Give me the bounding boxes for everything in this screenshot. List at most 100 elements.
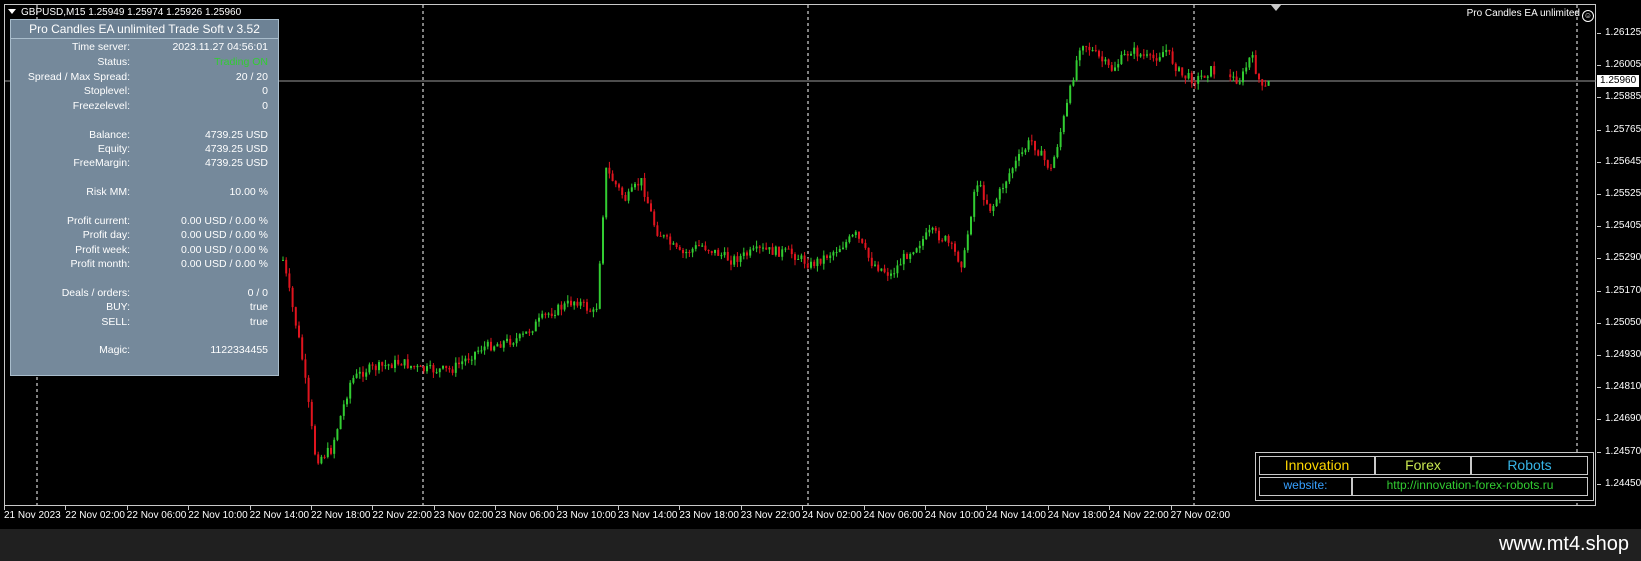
- candle-body: [563, 303, 566, 310]
- candle-body: [422, 366, 425, 372]
- candle-body: [483, 346, 486, 351]
- symbol-header[interactable]: GBPUSD,M15 1.25949 1.25974 1.25926 1.259…: [8, 7, 241, 18]
- candle-body: [339, 415, 342, 430]
- candle-body: [515, 338, 518, 344]
- candle-body: [467, 358, 470, 360]
- candle-body: [918, 245, 921, 249]
- candle-body: [608, 167, 611, 174]
- panel-row-value: 0.00 USD / 0.00 %: [181, 215, 268, 227]
- candle-body: [598, 263, 601, 309]
- time-tick-label: 24 Nov 18:00: [1047, 506, 1108, 521]
- candle-body: [419, 365, 422, 367]
- candle-body: [1018, 153, 1020, 161]
- candle-body: [1235, 76, 1238, 84]
- candle-body: [1152, 54, 1155, 59]
- candle-body: [560, 304, 563, 310]
- chart-window[interactable]: GBPUSD,M15 1.25949 1.25974 1.25926 1.259…: [0, 0, 1641, 529]
- website-link[interactable]: http://innovation-forex-robots.ru: [1352, 477, 1588, 496]
- time-tick-label: 24 Nov 22:00: [1109, 506, 1169, 521]
- time-tick-label: 21 Nov 2023: [4, 506, 61, 521]
- panel-row: Freezelevel: 0: [11, 100, 280, 115]
- candle-body: [547, 313, 550, 315]
- candle-body: [883, 268, 886, 273]
- candle-body: [448, 368, 451, 370]
- candle-body: [528, 331, 531, 333]
- candle-body: [742, 252, 745, 256]
- panel-row-value: 10.00 %: [229, 186, 268, 198]
- candle-body: [368, 364, 371, 373]
- candle-body: [886, 272, 889, 276]
- candle-body: [698, 245, 700, 247]
- candle-body: [672, 243, 675, 245]
- candle-body: [362, 371, 364, 377]
- candle-body: [995, 199, 998, 206]
- candle-body: [534, 321, 537, 332]
- candle-body: [509, 338, 512, 345]
- time-tick-label: 24 Nov 06:00: [863, 506, 924, 521]
- panel-row-label: Equity:: [97, 143, 130, 155]
- candle-body: [1146, 54, 1148, 56]
- time-tick-label: 24 Nov 10:00: [925, 506, 985, 521]
- candle-body: [682, 249, 684, 254]
- candle-body: [618, 184, 620, 188]
- price-tick-label: 1.24690: [1596, 413, 1641, 425]
- candle-body: [746, 252, 748, 256]
- candle-body: [800, 255, 803, 259]
- candle-body: [787, 248, 790, 250]
- candle-body: [390, 364, 393, 369]
- candle-body: [768, 247, 771, 250]
- candle-body: [294, 307, 297, 326]
- candle-body: [819, 258, 822, 264]
- candle-body: [947, 235, 950, 243]
- candle-body: [701, 245, 704, 247]
- candle-body: [490, 341, 492, 351]
- candle-body: [730, 260, 732, 265]
- smiley-icon[interactable]: ☺: [1582, 10, 1594, 22]
- panel-row-label: FreeMargin:: [73, 157, 130, 169]
- candle-body: [630, 187, 633, 192]
- candle-body: [714, 249, 716, 253]
- candle-body: [352, 377, 355, 383]
- candle-body: [451, 369, 454, 373]
- panel-row-value: 0: [262, 100, 268, 112]
- panel-row-value: 0.00 USD / 0.00 %: [181, 258, 268, 270]
- candle-body: [387, 364, 390, 366]
- candle-body: [640, 178, 643, 186]
- candle-body: [413, 365, 416, 368]
- candle-body: [1117, 64, 1120, 68]
- price-tick-label: 1.24930: [1596, 349, 1641, 360]
- candle-body: [870, 257, 873, 266]
- candle-body: [1267, 81, 1270, 86]
- candle-body: [989, 203, 992, 211]
- candle-body: [432, 365, 435, 373]
- candle-body: [1149, 54, 1152, 56]
- panel-row-label: Balance:: [89, 129, 130, 141]
- candle-body: [298, 325, 300, 338]
- website-label: website:: [1259, 477, 1352, 496]
- time-tick-label: 22 Nov 18:00: [311, 506, 371, 521]
- candle-body: [816, 258, 819, 267]
- candle-body: [1200, 75, 1203, 77]
- candle-body: [662, 235, 665, 237]
- candle-body: [890, 273, 892, 276]
- innovation-label: Innovation: [1259, 456, 1375, 475]
- candle-body: [627, 191, 630, 201]
- dropdown-triangle-icon[interactable]: [8, 9, 16, 14]
- candle-body: [554, 314, 556, 316]
- time-axis[interactable]: 21 Nov 2023 22 Nov 02:00 22 Nov 06:00 22 No…: [0, 506, 1597, 528]
- time-tick-label: 23 Nov 06:00: [495, 506, 555, 521]
- panel-row: Profit week: 0.00 USD / 0.00 %: [11, 244, 280, 259]
- candle-body: [550, 313, 553, 316]
- candle-body: [445, 365, 448, 369]
- candle-body: [525, 331, 528, 334]
- candle-body: [762, 247, 764, 249]
- candle-body: [557, 304, 560, 315]
- panel-row: Risk MM: 10.00 %: [11, 186, 280, 201]
- candle-body: [1238, 82, 1241, 84]
- panel-row: Equity: 4739.25 USD: [11, 143, 280, 158]
- price-tick-label: 1.25170: [1596, 284, 1641, 296]
- candle-body: [1056, 147, 1059, 158]
- candle-body: [854, 231, 857, 235]
- candle-body: [1264, 85, 1267, 87]
- candle-body: [573, 301, 576, 306]
